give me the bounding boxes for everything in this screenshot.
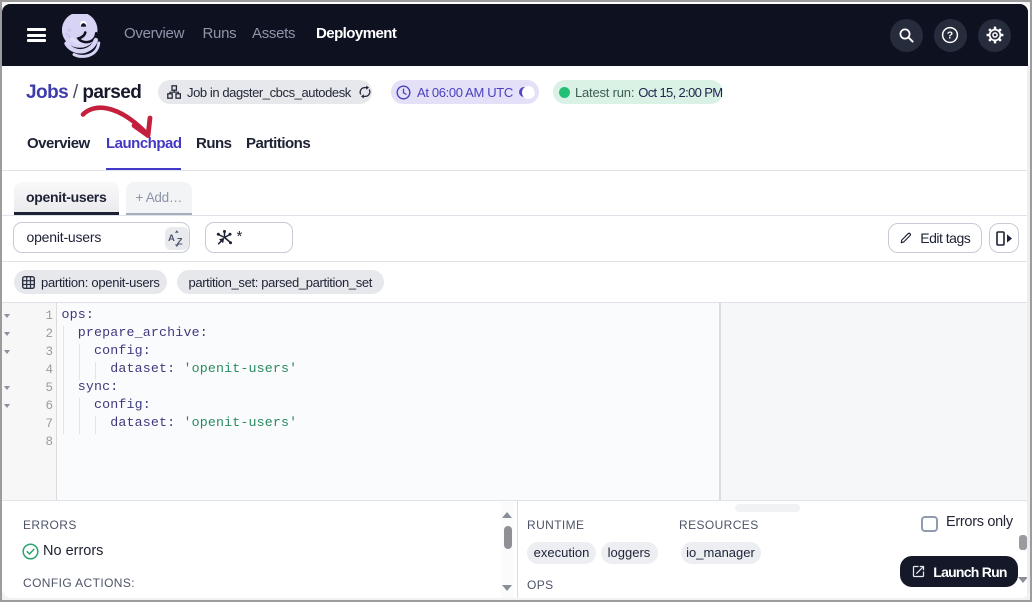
svg-text:Z: Z <box>177 237 183 248</box>
svg-text:?: ? <box>946 30 952 42</box>
svg-text:A: A <box>168 233 175 244</box>
